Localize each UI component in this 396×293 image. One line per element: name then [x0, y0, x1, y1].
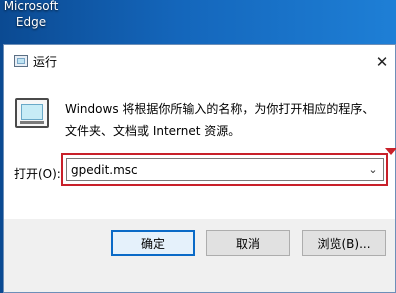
description-line1: Windows 将根据你所输入的名称，为你打开相应的程序、: [65, 102, 375, 116]
red-arrow-marker: [385, 148, 396, 155]
chevron-down-icon: ⌄: [368, 163, 378, 176]
dropdown-button[interactable]: ⌄: [365, 159, 381, 180]
browse-button[interactable]: 浏览(B)...: [302, 230, 386, 256]
edge-shortcut-label[interactable]: Microsoft Edge: [0, 0, 62, 30]
run-app-icon: [14, 55, 28, 67]
open-combobox[interactable]: ⌄: [66, 158, 384, 181]
dialog-description: Windows 将根据你所输入的名称，为你打开相应的程序、 文件夹、文档或 In…: [65, 98, 385, 142]
ok-button[interactable]: 确定: [111, 230, 195, 256]
edge-shortcut-label-line2: Edge: [15, 15, 47, 29]
run-icon: [15, 98, 49, 128]
dialog-title: 运行: [33, 55, 58, 69]
description-line2: 文件夹、文档或 Internet 资源。: [65, 124, 241, 138]
open-input[interactable]: [71, 161, 361, 179]
dialog-titlebar[interactable]: 运行 ✕: [4, 45, 395, 79]
close-button[interactable]: ✕: [369, 45, 395, 79]
edge-shortcut-label-line1: Microsoft: [3, 0, 59, 13]
run-dialog: 运行 ✕ Windows 将根据你所输入的名称，为你打开相应的程序、 文件夹、文…: [3, 44, 396, 293]
open-label: 打开(O):: [14, 167, 61, 181]
close-icon: ✕: [375, 53, 389, 71]
cancel-button[interactable]: 取消: [206, 230, 290, 256]
